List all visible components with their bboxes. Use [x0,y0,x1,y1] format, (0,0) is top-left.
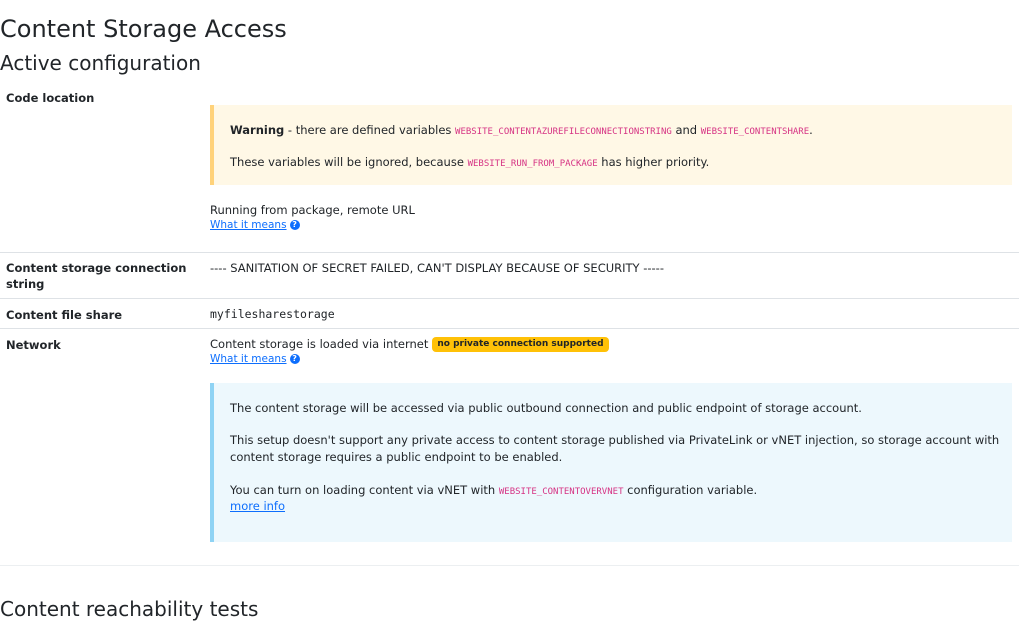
what-it-means-text: What it means [210,219,287,231]
more-info-link[interactable]: more info [230,499,285,513]
warning-strong: Warning [230,123,285,137]
warning-alert: Warning - there are defined variables WE… [210,105,1012,185]
row-divider [0,328,1019,329]
warning-text: - there are defined variables [284,123,456,137]
warning-text-3: has higher priority. [597,155,710,169]
row-divider [0,298,1019,299]
var-run-from-package: WEBSITE_RUN_FROM_PACKAGE [467,159,598,169]
info-p3-tail: configuration variable. [623,483,758,497]
warning-line-2: These variables will be ignored, because… [230,155,709,169]
what-it-means-link-network[interactable]: What it means? [210,353,300,365]
row-divider [0,252,1019,253]
info-paragraph-3: You can turn on loading content via vNET… [230,483,757,497]
code-location-value: Running from package, remote URL [210,203,415,217]
connection-string-label-line1: Content storage connection [6,261,187,275]
info-paragraph-2-line2: content storage requires a public endpoi… [230,450,563,464]
connection-string-value: ---- SANITATION OF SECRET FAILED, CAN'T … [210,261,664,275]
warning-dot: . [809,123,813,137]
var-content-over-vnet: WEBSITE_CONTENTOVERVNET [498,487,624,497]
status-badge: no private connection supported [432,337,609,352]
file-share-label: Content file share [6,308,123,322]
network-value: Content storage is loaded via internet no… [210,337,609,352]
var-content-share: WEBSITE_CONTENTSHARE [700,127,810,137]
info-alert: The content storage will be accessed via… [210,383,1012,542]
info-paragraph-1: The content storage will be accessed via… [230,401,862,415]
question-circle-icon: ? [289,354,300,364]
var-connection-string: WEBSITE_CONTENTAZUREFILECONNECTIONSTRING [455,127,672,137]
question-circle-icon: ? [289,220,300,230]
warning-text-2: These variables will be ignored, because [230,155,468,169]
row-divider [0,565,1019,566]
network-value-text: Content storage is loaded via internet [210,337,429,351]
what-it-means-text: What it means [210,353,287,365]
warning-and: and [671,123,701,137]
section-heading-active-configuration: Active configuration [0,51,201,75]
code-location-label: Code location [6,91,95,105]
file-share-value: myfilesharestorage [210,307,335,321]
connection-string-label: Content storage connection string [6,260,186,292]
what-it-means-link-code[interactable]: What it means? [210,219,300,231]
section-heading-content-reachability: Content reachability tests [0,597,259,621]
info-paragraph-2-line1: This setup doesn't support any private a… [230,433,1000,447]
connection-string-label-line2: string [6,277,45,291]
page-title: Content Storage Access [0,15,287,43]
network-label: Network [6,338,61,352]
info-p3-text: You can turn on loading content via vNET… [230,483,499,497]
warning-line-1: Warning - there are defined variables WE… [230,123,813,137]
